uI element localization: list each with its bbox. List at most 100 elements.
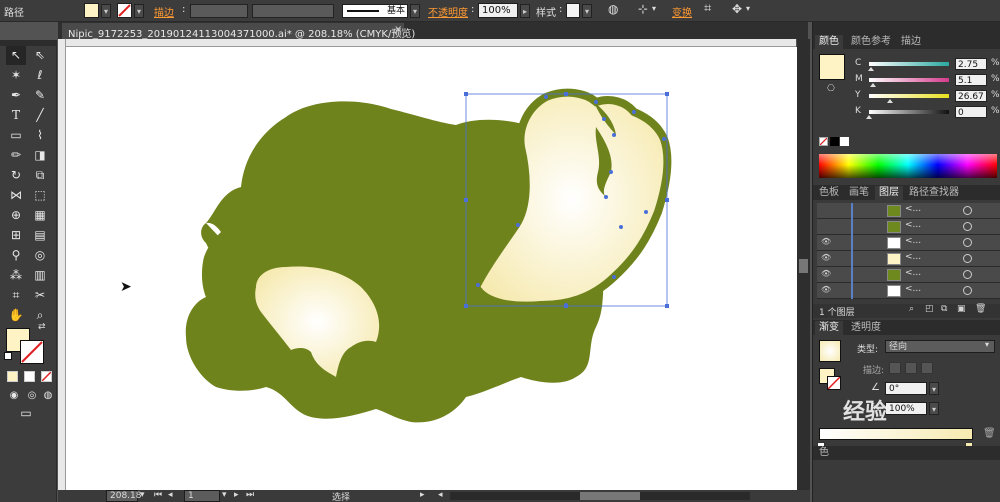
handle-bottom-right[interactable] [665,304,669,308]
draw-inside-icon[interactable]: ◍ [38,386,58,405]
horizontal-scroll-thumb[interactable] [580,492,640,500]
default-colors-icon[interactable] [4,352,12,360]
stroke-label[interactable]: 描边 [154,4,174,19]
direct-selection-tool-icon[interactable]: ⇖ [30,46,50,65]
align-dropdown-icon[interactable]: ▾ [652,4,656,13]
stroke-gradient-across-icon[interactable] [921,362,933,374]
gradient-stroke-swatch[interactable] [827,376,841,390]
artboard-number-input[interactable]: 1 [184,490,220,502]
width-tool-icon[interactable]: ⋈ [6,186,26,205]
none-mode-icon[interactable] [41,371,52,382]
graphic-style-swatch[interactable] [566,3,580,18]
blend-tool-icon[interactable]: ◎ [30,246,50,265]
perspective-grid-tool-icon[interactable]: ▦ [30,206,50,225]
free-transform-tool-icon[interactable]: ⬚ [30,186,50,205]
handle-top-center[interactable] [564,92,568,96]
anchor-point[interactable] [662,137,666,141]
tab-next-panel[interactable]: 色 [815,446,833,460]
gradient-mode-icon[interactable] [24,371,35,382]
handle-bottom-left[interactable] [464,304,468,308]
transform-label[interactable]: 变换 [672,4,692,19]
stroke-swatch[interactable] [117,3,132,18]
anchor-point[interactable] [619,225,623,229]
stroke-color-box[interactable] [20,340,44,364]
layer-name[interactable]: <... [905,236,921,246]
swap-fill-stroke-icon[interactable]: ⇄ [38,322,46,332]
layer-row[interactable]: 👁 <... [817,251,1000,267]
channel-slider-thumb[interactable] [866,115,872,119]
horizontal-ruler[interactable] [58,39,796,47]
stroke-weight-field[interactable] [190,4,248,18]
status-menu-icon[interactable]: ▸ [420,490,425,500]
graphic-style-dropdown[interactable]: ▾ [582,4,592,18]
layer-target-icon[interactable] [963,270,972,279]
align-options-icon[interactable]: ⊹ [638,2,648,16]
line-tool-icon[interactable]: ╱ [30,106,50,125]
rectangle-tool-icon[interactable]: ▭ [6,126,26,145]
layer-row[interactable]: <... [817,219,1000,235]
anchor-point[interactable] [564,303,568,307]
dock-collapse-bar[interactable] [813,22,1000,34]
screen-mode-icon[interactable]: ▭ [16,404,36,423]
tab-transparency[interactable]: 透明度 [847,321,885,335]
stroke-dropdown[interactable]: ▾ [134,4,144,18]
anchor-point[interactable] [544,95,548,99]
layer-target-icon[interactable] [963,254,972,263]
channel-slider-track[interactable] [869,78,949,82]
channel-value-input[interactable]: 0 [955,106,987,118]
color-spectrum-bar[interactable] [819,154,997,178]
zoom-dropdown-icon[interactable]: ▾ [140,490,145,500]
anchor-point[interactable] [602,117,606,121]
channel-slider-thumb[interactable] [868,67,875,71]
gradient-scale-dropdown[interactable]: ▾ [929,402,939,415]
shape-builder-tool-icon[interactable]: ⊕ [6,206,26,225]
tab-brushes[interactable]: 画笔 [845,186,873,200]
mesh-tool-icon[interactable]: ⊞ [6,226,26,245]
channel-value-input[interactable]: 5.1 [955,74,987,86]
visibility-eye-icon[interactable]: 👁 [821,237,831,247]
layer-target-icon[interactable] [963,222,972,231]
handle-middle-left[interactable] [464,198,468,202]
layer-target-icon[interactable] [963,206,972,215]
gradient-preview-swatch[interactable] [819,340,841,362]
locate-object-icon[interactable]: ⌕ [909,304,914,314]
artboard-dropdown-icon[interactable]: ▾ [222,490,227,500]
type-tool-icon[interactable]: T [6,106,26,125]
stroke-style-dropdown[interactable]: ▾ [410,4,420,18]
opacity-input[interactable]: 100% [478,3,518,18]
none-swatch[interactable] [819,137,828,146]
white-swatch[interactable] [840,137,849,146]
visibility-eye-icon[interactable]: 👁 [821,253,831,263]
color-mode-icon[interactable] [7,371,18,382]
gradient-type-dropdown-icon[interactable]: ▾ [985,340,989,349]
scale-tool-icon[interactable]: ⧉ [30,166,50,185]
handle-top-left[interactable] [464,92,468,96]
layer-row[interactable]: 👁 <... [817,235,1000,251]
layer-target-icon[interactable] [963,238,972,247]
layer-name[interactable]: <... [905,268,921,278]
out-of-gamut-icon[interactable]: ⎔ [827,84,835,94]
anchor-point[interactable] [604,195,608,199]
visibility-empty-slot[interactable] [821,205,831,215]
channel-slider-thumb[interactable] [870,83,877,87]
lasso-tool-icon[interactable]: ℓ [30,66,50,85]
tab-color[interactable]: 颜色 [815,35,843,49]
visibility-empty-slot[interactable] [821,221,831,231]
slice-tool-icon[interactable]: ✂ [30,286,50,305]
layer-name[interactable]: <... [905,220,921,230]
make-clipping-mask-icon[interactable]: ◰ [925,304,934,314]
black-swatch[interactable] [830,137,839,146]
visibility-eye-icon[interactable]: 👁 [821,285,831,295]
gradient-angle-input[interactable]: 0° [885,382,927,395]
anchor-point[interactable] [632,110,636,114]
scroll-left-icon[interactable]: ◂ [438,490,443,500]
gradient-scale-input[interactable]: 100% [885,402,927,415]
eyedropper-tool-icon[interactable]: ⚲ [6,246,26,265]
symbol-sprayer-tool-icon[interactable]: ⁂ [6,266,26,285]
selection-tool-icon[interactable]: ↖ [6,46,26,65]
anchor-point[interactable] [612,133,616,137]
channel-slider-track[interactable] [869,62,949,66]
stroke-gradient-within-icon[interactable] [889,362,901,374]
brush-definition-field[interactable]: 基本 [342,4,408,18]
tab-swatches[interactable]: 色板 [815,186,843,200]
